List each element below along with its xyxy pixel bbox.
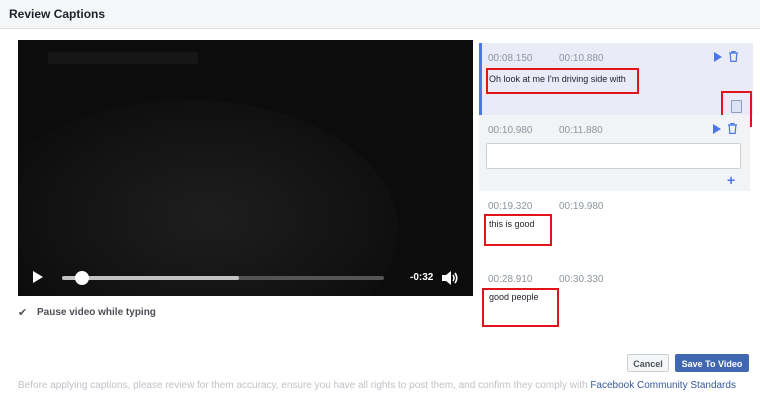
community-standards-link[interactable]: Facebook Community Standards <box>590 380 736 391</box>
highlight-box <box>484 214 552 246</box>
caption-end-time[interactable]: 00:30.330 <box>559 274 604 285</box>
dialog-title: Review Captions <box>9 7 106 21</box>
video-controls: -0:32 <box>18 258 473 296</box>
save-to-video-button[interactable]: Save To Video <box>675 354 749 372</box>
play-caption-icon[interactable] <box>713 52 723 62</box>
caption-row[interactable]: 00:08.150 00:10.880 Oh look at me I'm dr… <box>479 43 753 127</box>
caption-end-time[interactable]: 00:10.880 <box>559 53 604 64</box>
caption-list: 00:08.150 00:10.880 Oh look at me I'm dr… <box>479 40 753 328</box>
caption-start-time[interactable]: 00:10.980 <box>488 125 533 136</box>
add-caption-icon[interactable]: + <box>727 172 735 188</box>
disclaimer-text: Before applying captions, please review … <box>18 380 588 391</box>
caption-start-time[interactable]: 00:28.910 <box>488 274 533 285</box>
play-icon[interactable] <box>32 271 44 283</box>
highlight-box <box>482 288 559 327</box>
pause-video-label: Pause video while typing <box>37 307 156 318</box>
caption-text-input[interactable] <box>486 143 741 169</box>
caption-row[interactable]: 00:10.980 00:11.880 + <box>479 115 750 191</box>
highlight-box <box>486 68 639 94</box>
check-icon[interactable]: ✔ <box>18 306 30 319</box>
video-player[interactable]: -0:32 <box>18 40 473 296</box>
caption-start-time[interactable]: 00:08.150 <box>488 53 533 64</box>
caption-row[interactable]: 00:28.910 00:30.330 good people <box>479 264 750 328</box>
volume-icon[interactable] <box>441 270 459 286</box>
trash-icon[interactable] <box>729 51 738 62</box>
video-watermark <box>48 52 198 64</box>
caption-end-time[interactable]: 00:19.980 <box>559 201 604 212</box>
caption-end-time[interactable]: 00:11.880 <box>559 125 603 136</box>
play-caption-icon[interactable] <box>712 124 722 134</box>
time-remaining: -0:32 <box>410 272 434 283</box>
cancel-button[interactable]: Cancel <box>627 354 669 372</box>
caption-start-time[interactable]: 00:19.320 <box>488 201 533 212</box>
trash-icon[interactable] <box>728 123 737 134</box>
caption-row[interactable]: 00:19.320 00:19.980 this is good <box>479 191 750 261</box>
dialog-header: Review Captions <box>0 0 760 29</box>
seek-knob[interactable] <box>75 271 90 285</box>
disclaimer: Before applying captions, please review … <box>18 379 750 392</box>
seek-bar[interactable] <box>62 271 384 285</box>
